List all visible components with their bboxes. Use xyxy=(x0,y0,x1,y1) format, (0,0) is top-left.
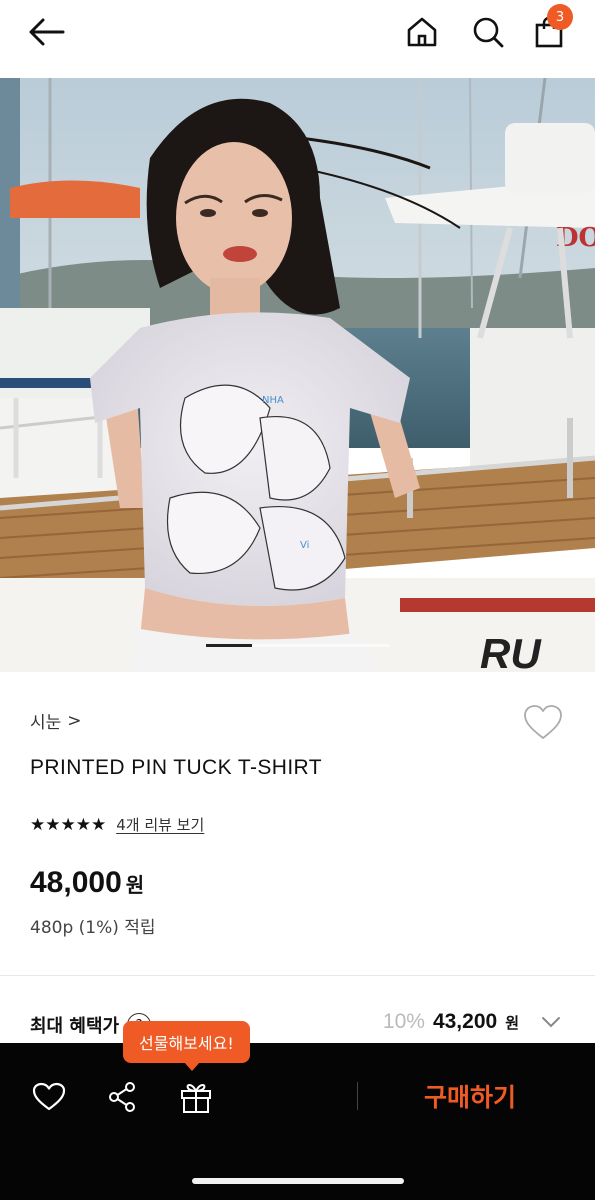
price-value: 48,000 xyxy=(30,866,122,899)
home-indicator xyxy=(192,1178,404,1184)
search-icon xyxy=(473,17,504,48)
max-benefit-price[interactable]: 10% 43,200 원 xyxy=(383,1010,561,1034)
rating-stars: ★★★★★ xyxy=(30,814,107,835)
bottom-wishlist-button[interactable] xyxy=(31,1080,67,1114)
carousel-progress xyxy=(206,644,390,647)
heart-outline-icon xyxy=(524,705,562,739)
max-benefit-text: 최대 혜택가 xyxy=(30,1016,120,1037)
buy-button[interactable]: 구매하기 xyxy=(424,1078,516,1114)
reviews-link[interactable]: 4개 리뷰 보기 xyxy=(116,814,204,835)
brand-name: 시눈 xyxy=(30,713,62,733)
heart-outline-icon xyxy=(32,1082,66,1111)
cart-count-badge: 3 xyxy=(547,4,573,30)
cart-button[interactable]: 3 xyxy=(527,4,573,52)
arrow-left-icon xyxy=(29,18,65,46)
price-unit: 원 xyxy=(125,875,145,897)
back-button[interactable] xyxy=(24,12,68,52)
product-price: 48,000 원 xyxy=(30,866,144,900)
gift-icon xyxy=(181,1084,211,1113)
product-image-carousel[interactable]: DO RU NHA Vi xyxy=(0,78,595,672)
rating-row: ★★★★★ 4개 리뷰 보기 xyxy=(30,814,204,835)
product-title: PRINTED PIN TUCK T-SHIRT xyxy=(30,756,322,779)
product-photo: DO RU NHA Vi xyxy=(0,78,595,672)
gift-tooltip: 선물해보세요! xyxy=(123,1021,250,1063)
brand-link[interactable]: 시눈 > xyxy=(30,708,82,734)
section-divider xyxy=(0,975,595,976)
home-button[interactable] xyxy=(400,12,444,52)
share-icon xyxy=(109,1082,135,1112)
discount-price: 43,200 xyxy=(432,1010,498,1033)
discount-rate: 10% xyxy=(382,1010,425,1033)
bottom-action-bar xyxy=(0,1043,595,1200)
gift-button[interactable] xyxy=(178,1080,214,1114)
svg-text:RU: RU xyxy=(480,630,542,672)
discount-price-unit: 원 xyxy=(505,1014,519,1032)
search-button[interactable] xyxy=(466,12,510,52)
chevron-right-icon: > xyxy=(67,710,82,731)
gift-tooltip-arrow xyxy=(184,1062,200,1071)
top-navigation-bar: 3 xyxy=(0,0,595,78)
carousel-progress-fill xyxy=(206,644,252,647)
share-button[interactable] xyxy=(104,1080,140,1114)
reward-points: 480p (1%) 적립 xyxy=(30,918,156,938)
home-icon xyxy=(407,17,437,47)
svg-text:Vi: Vi xyxy=(300,540,309,551)
wishlist-button[interactable] xyxy=(522,704,564,742)
bottom-bar-separator xyxy=(357,1082,358,1110)
svg-text:NHA: NHA xyxy=(262,395,284,406)
chevron-down-icon xyxy=(542,1017,560,1028)
